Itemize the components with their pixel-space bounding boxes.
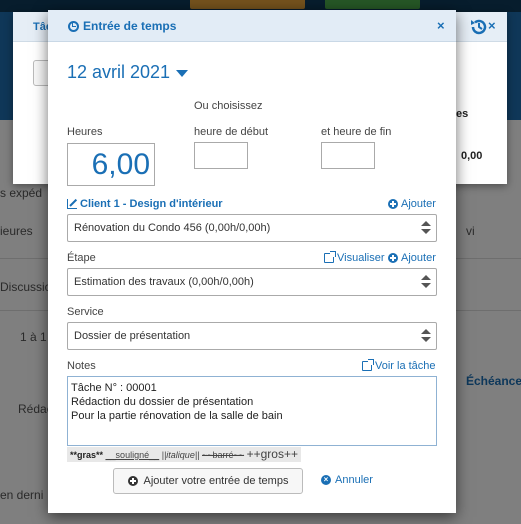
date-value: 12 avril 2021 <box>67 62 171 82</box>
cancel-label: Annuler <box>335 474 373 486</box>
add-time-entry-button[interactable]: Ajouter votre entrée de temps <box>113 468 303 494</box>
external-link-icon <box>362 359 374 371</box>
step-label: Étape <box>67 252 96 264</box>
step-add-link[interactable]: Ajouter <box>388 252 436 264</box>
plus-circle-icon <box>127 476 138 486</box>
step-select[interactable]: Estimation des travaux (0,00h/0,00h) <box>67 268 437 296</box>
client-link[interactable]: Client 1 - Design d'intérieur <box>67 198 223 210</box>
close-icon[interactable]: × <box>437 18 445 33</box>
notes-label: Notes <box>67 360 96 372</box>
external-link-icon <box>324 251 336 263</box>
task-dialog-close-icon[interactable]: × <box>488 18 496 33</box>
step-add-label: Ajouter <box>401 252 436 264</box>
format-strike-hint: ~~barré~~ <box>202 450 245 460</box>
view-task-label: Voir la tâche <box>375 360 436 372</box>
hours-label: Heures <box>67 126 103 138</box>
start-time-input[interactable] <box>194 142 248 169</box>
time-entry-modal: Entrée de temps × 12 avril 2021 Ou chois… <box>48 10 456 513</box>
modal-header: Entrée de temps × <box>48 10 456 42</box>
format-underline-hint: __souligné__ <box>105 450 160 460</box>
select-arrows-icon <box>421 275 431 289</box>
plus-circle-icon <box>388 199 398 209</box>
end-time-label: et heure de fin <box>321 126 392 138</box>
step-view-link[interactable]: Visualiser <box>324 251 385 264</box>
project-select-value: Rénovation du Condo 456 (0,00h/0,00h) <box>74 222 271 234</box>
task-stat-value: 0,00 <box>461 150 483 162</box>
notes-textarea[interactable]: Tâche N° : 00001 Rédaction du dossier de… <box>67 376 437 446</box>
select-arrows-icon <box>421 329 431 343</box>
project-select[interactable]: Rénovation du Condo 456 (0,00h/0,00h) <box>67 214 437 242</box>
format-big-hint: ++gros++ <box>246 447 298 461</box>
task-stat-label: es <box>456 108 469 120</box>
format-bold-hint: **gras** <box>70 450 104 460</box>
step-view-label: Visualiser <box>337 252 385 264</box>
select-arrows-icon <box>421 221 431 235</box>
client-label: Client 1 - Design d'intérieur <box>80 198 223 210</box>
service-label: Service <box>67 306 104 318</box>
history-icon[interactable] <box>468 16 490 38</box>
service-select[interactable]: Dossier de présentation <box>67 322 437 350</box>
service-select-value: Dossier de présentation <box>74 330 191 342</box>
modal-title: Entrée de temps <box>68 19 176 33</box>
clock-icon <box>68 20 79 32</box>
chevron-down-icon <box>176 70 189 77</box>
format-italic-hint: ||italique|| <box>161 450 200 460</box>
hours-input[interactable]: 6,00 <box>67 143 155 186</box>
close-circle-icon: × <box>321 475 331 485</box>
modal-title-text: Entrée de temps <box>83 19 177 33</box>
start-time-label: heure de début <box>194 126 269 138</box>
view-task-link[interactable]: Voir la tâche <box>362 359 436 372</box>
date-picker[interactable]: 12 avril 2021 <box>67 62 189 83</box>
or-choose-label: Ou choisissez <box>194 100 263 112</box>
step-select-value: Estimation des travaux (0,00h/0,00h) <box>74 276 254 288</box>
project-add-label: Ajouter <box>401 198 436 210</box>
formatting-help: **gras** __souligné__ ||italique|| ~~bar… <box>67 447 301 462</box>
add-time-entry-label: Ajouter votre entrée de temps <box>143 475 289 487</box>
edit-icon <box>67 199 77 209</box>
end-time-input[interactable] <box>321 142 375 169</box>
cancel-link[interactable]: × Annuler <box>321 474 373 486</box>
project-add-link[interactable]: Ajouter <box>388 198 436 210</box>
plus-circle-icon <box>388 253 398 263</box>
